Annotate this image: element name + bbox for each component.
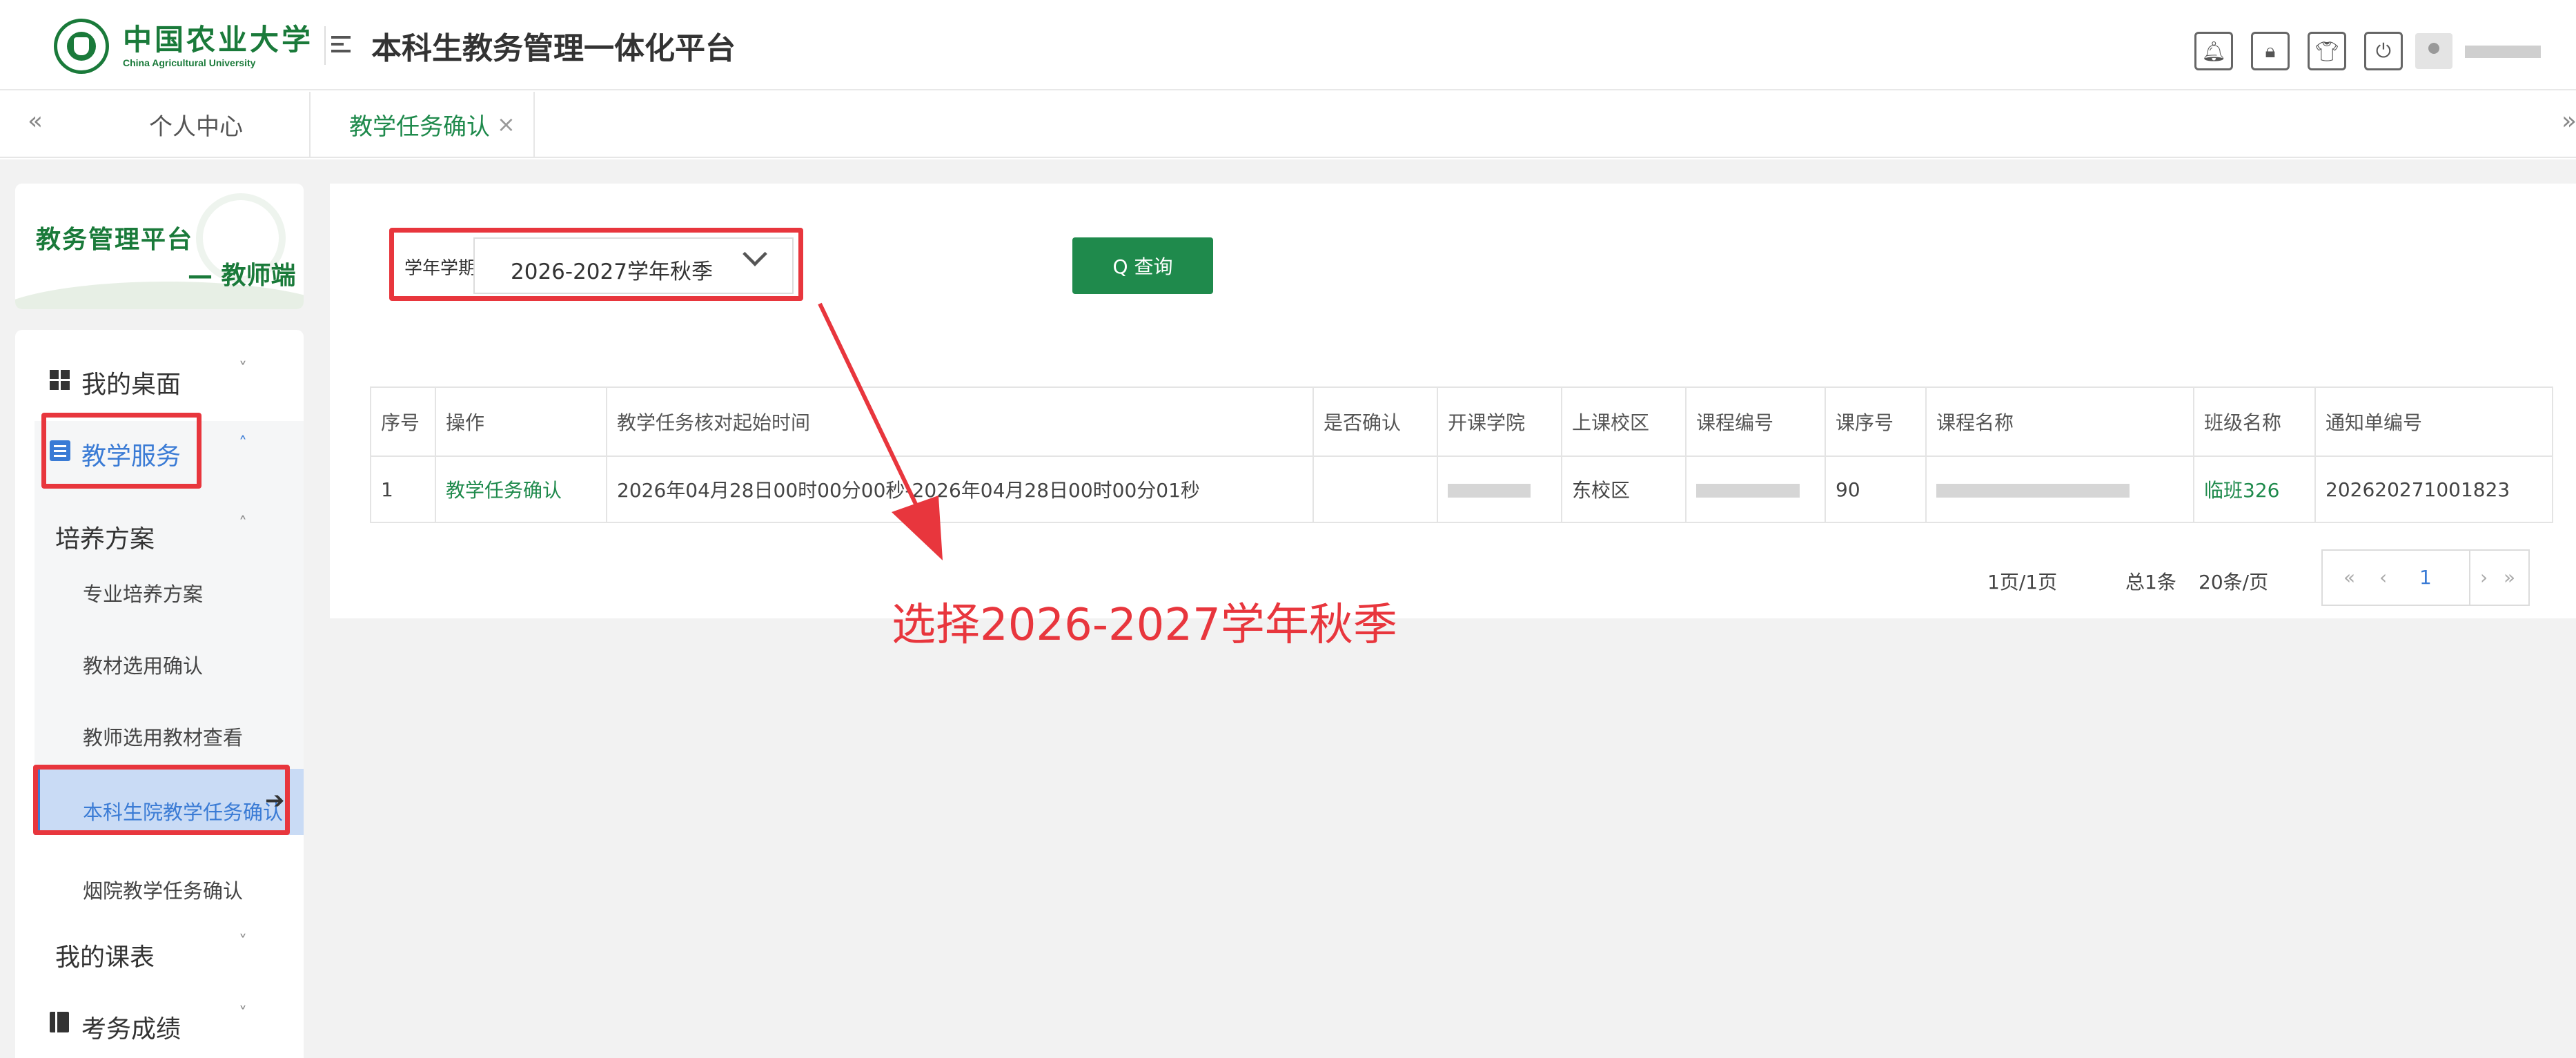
annotation-arrow-line — [818, 302, 931, 533]
annotation-arrow-head — [892, 496, 943, 560]
annotation-text: 选择2026-2027学年秋季 — [892, 600, 1397, 651]
annotation-arrow — [818, 302, 943, 560]
